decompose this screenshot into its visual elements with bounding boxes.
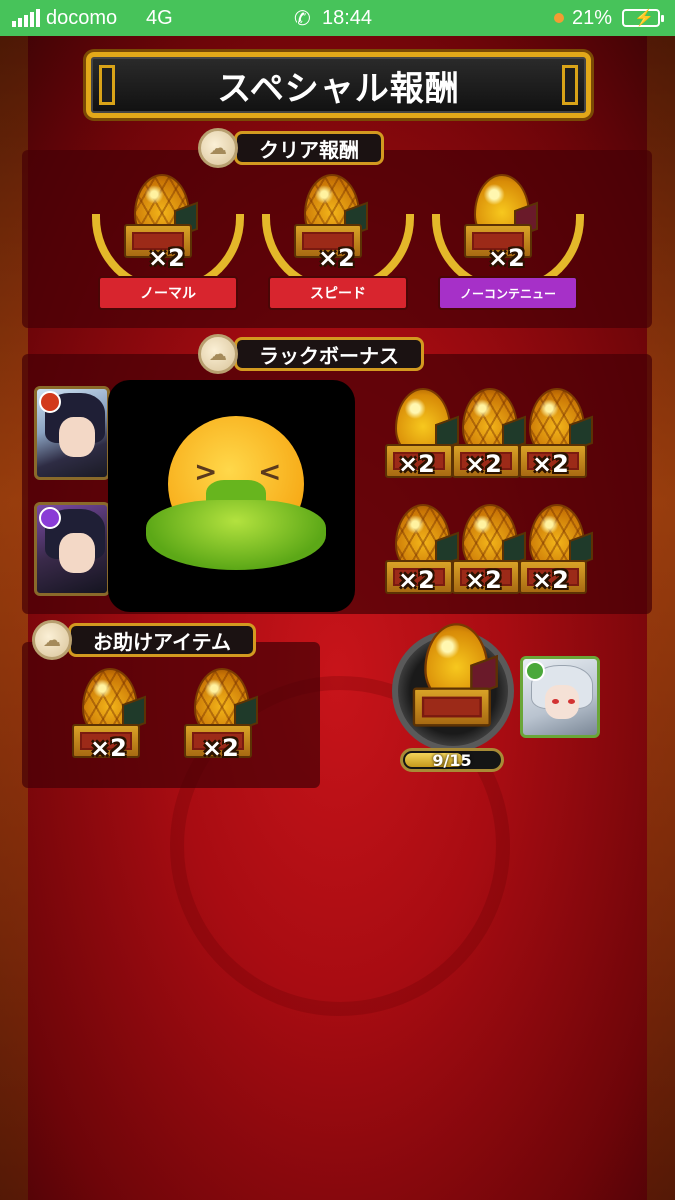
title-banner: スペシャル報酬	[86, 52, 591, 118]
character-icon-1[interactable]	[34, 386, 110, 480]
reward-ribbon: ノーマル	[98, 276, 238, 310]
medal-coin-icon: ☁	[198, 128, 238, 168]
phone-icon: ✆	[294, 8, 311, 30]
egg-multiplier: ×2	[532, 450, 569, 478]
signal-strength-icon	[12, 9, 40, 27]
character-icon-3[interactable]	[520, 656, 600, 738]
battery-percent: 21%	[572, 7, 613, 29]
medal-coin-icon: ☁	[198, 334, 238, 374]
squint-eye-left: >	[194, 455, 218, 488]
reward-multiplier: ×2	[148, 244, 185, 272]
egg-multiplier: ×2	[202, 734, 239, 762]
character-icon-2[interactable]	[34, 502, 110, 596]
status-bar: docomo 4G ✆ 18:44 21% ⚡	[0, 0, 675, 36]
reward-badge-no-continue[interactable]: ×2 ノーコンテニュー	[428, 170, 588, 330]
reward-ribbon: スピード	[268, 276, 408, 310]
helper-items-title: お助けアイテム	[68, 623, 256, 657]
golden-egg-icon	[412, 623, 498, 729]
gauge-progress-bar: 9/15	[400, 748, 504, 772]
squint-eye-right: <	[258, 455, 282, 488]
egg-multiplier: ×2	[90, 734, 127, 762]
reward-multiplier: ×2	[488, 244, 525, 272]
clock: 18:44	[322, 7, 373, 29]
egg-multiplier: ×2	[465, 450, 502, 478]
medal-coin-icon: ☁	[32, 620, 72, 660]
egg-multiplier: ×2	[398, 566, 435, 594]
banner-cap-right	[562, 65, 578, 105]
page-title: スペシャル報酬	[217, 68, 460, 109]
reward-multiplier: ×2	[318, 244, 355, 272]
reward-badge-speed[interactable]: ×2 スピード	[258, 170, 418, 330]
helper-items-header: ☁ お助けアイテム	[32, 620, 256, 660]
vomit-splash	[146, 500, 326, 570]
battery-icon: ⚡	[622, 9, 664, 27]
carrier-name: docomo	[46, 7, 118, 29]
low-power-dot-icon	[554, 13, 564, 23]
egg-multiplier: ×2	[465, 566, 502, 594]
clear-rewards-header: ☁ クリア報酬	[198, 128, 384, 168]
egg-multiplier: ×2	[398, 450, 435, 478]
vomiting-emoji-overlay: > <	[108, 380, 355, 612]
clear-rewards-title: クリア報酬	[234, 131, 384, 165]
luck-bonus-header: ☁ ラックボーナス	[198, 334, 424, 374]
banner-cap-left	[99, 65, 115, 105]
reward-badge-normal[interactable]: ×2 ノーマル	[88, 170, 248, 330]
egg-multiplier: ×2	[532, 566, 569, 594]
reward-ribbon: ノーコンテニュー	[438, 276, 578, 310]
luck-bonus-title: ラックボーナス	[234, 337, 424, 371]
gauge-progress-text: 9/15	[432, 750, 472, 770]
network-type: 4G	[146, 7, 173, 29]
helper-items-panel	[22, 642, 320, 788]
